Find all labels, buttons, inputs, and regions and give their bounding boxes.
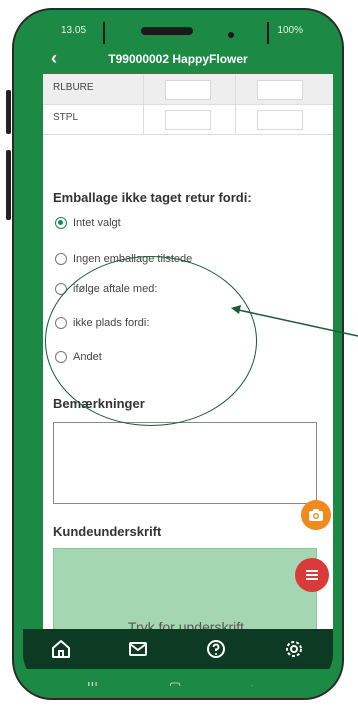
annotation-arrow (231, 305, 358, 337)
